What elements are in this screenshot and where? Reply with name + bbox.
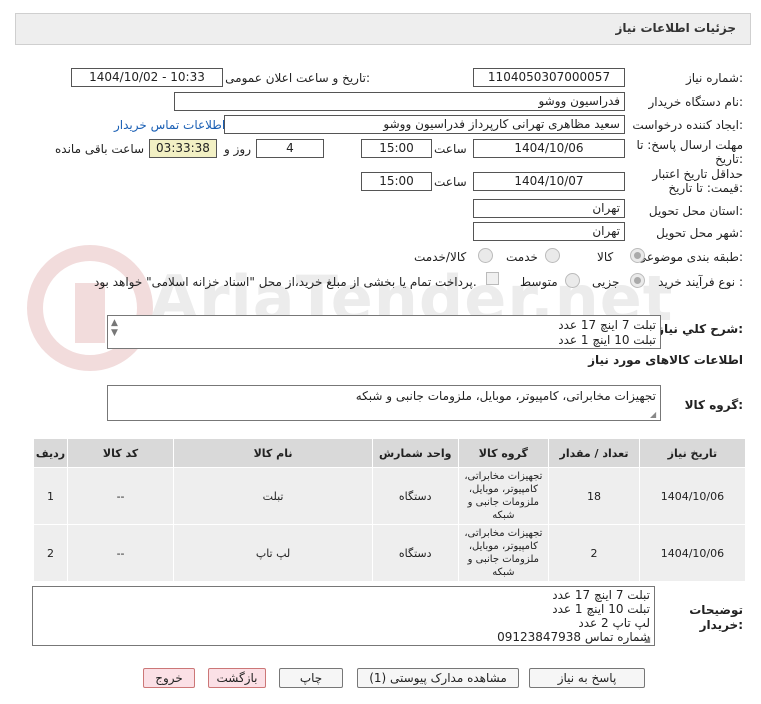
- cell-qty: 2: [548, 524, 640, 582]
- goods-info-title: اطلاعات کالاهای مورد نیاز: [588, 353, 743, 367]
- goods-group-value: تجهیزات مخابراتی، کامپیوتر، موبایل، ملزو…: [355, 389, 656, 403]
- goods-group-label: گروه کالا:: [684, 398, 743, 412]
- category-option-goods: کالا: [597, 250, 614, 264]
- summary-line-1: تبلت 7 اینچ 17 عدد: [558, 318, 656, 332]
- deadline-time-field: 15:00: [361, 139, 432, 158]
- requester-field: سعید مظاهری تهرانی کارپرداز فدراسیون ووش…: [224, 115, 625, 134]
- deadline-time-label: ساعت: [434, 142, 467, 156]
- col-date: تاریخ نیاز: [638, 438, 747, 468]
- notes-textarea[interactable]: تبلت 7 اینچ 17 عدد تبلت 10 اینچ 1 عدد لپ…: [32, 586, 655, 646]
- cell-code: --: [66, 524, 175, 582]
- cell-row: 2: [33, 524, 68, 582]
- resize-handle-icon[interactable]: ◢: [644, 635, 652, 644]
- announce-field: 1404/10/02 - 10:33: [71, 68, 223, 87]
- notes-line-4: شماره تماس 09123847938: [497, 630, 650, 644]
- deadline-date-field: 1404/10/06: [473, 139, 625, 158]
- buyer-org-label: نام دستگاه خریدار:: [648, 95, 744, 109]
- notes-line-1: تبلت 7 اینچ 17 عدد: [552, 588, 650, 602]
- validity-time-label: ساعت: [434, 175, 467, 189]
- items-table: ردیف کد کالا نام کالا واحد شمارش گروه کا…: [33, 438, 747, 582]
- table-row: 2 -- لپ تاپ دستگاه تجهیزات مخابراتی، کام…: [33, 524, 747, 582]
- attachments-button[interactable]: مشاهده مدارک پیوستی (1): [357, 668, 519, 688]
- days-label: روز و: [224, 142, 251, 156]
- buyer-org-field: فدراسیون ووشو: [174, 92, 625, 111]
- city-field: تهران: [473, 222, 625, 241]
- cell-row: 1: [33, 467, 68, 525]
- days-field: 4: [256, 139, 324, 158]
- table-header-row: ردیف کد کالا نام کالا واحد شمارش گروه کا…: [33, 438, 747, 468]
- cell-unit: دستگاه: [371, 524, 459, 582]
- summary-textarea[interactable]: تبلت 7 اینچ 17 عدد تبلت 10 اینچ 1 عدد ▲ ▼: [107, 315, 661, 349]
- validity-label-1: حداقل تاریخ اعتبار: [652, 167, 743, 181]
- requester-label: ایجاد کننده درخواست:: [632, 118, 743, 132]
- col-unit: واحد شمارش: [371, 438, 459, 468]
- province-label: استان محل تحویل:: [648, 204, 743, 218]
- deadline-label-2: تاریخ:: [715, 152, 743, 166]
- buyer-contact-link[interactable]: اطلاعات تماس خریدار: [114, 118, 225, 132]
- summary-line-2: تبلت 10 اینچ 1 عدد: [558, 333, 656, 347]
- back-button[interactable]: بازگشت: [208, 668, 266, 688]
- cell-group: تجهیزات مخابراتی، کامپیوتر، موبایل، ملزو…: [457, 467, 550, 525]
- notes-line-3: لپ تاپ 2 عدد: [578, 616, 650, 630]
- need-number-label: شماره نیاز:: [685, 71, 743, 85]
- purchase-option-minor: جزیی: [592, 275, 620, 289]
- notes-label-1: توضیحات: [689, 603, 743, 617]
- category-radio-goods-service[interactable]: [478, 248, 493, 263]
- print-button[interactable]: چاپ: [279, 668, 343, 688]
- summary-scroll-arrows[interactable]: ▲ ▼: [111, 318, 118, 338]
- need-number-field: 1104050307000057: [473, 68, 625, 87]
- col-code: کد کالا: [66, 438, 175, 468]
- reply-button[interactable]: پاسخ به نیاز: [529, 668, 645, 688]
- page-header: جزئیات اطلاعات نیاز: [15, 13, 751, 45]
- treasury-note: پرداخت تمام یا بخشی از مبلغ خرید،از محل …: [94, 275, 477, 289]
- table-row: 1 -- تبلت دستگاه تجهیزات مخابراتی، کامپی…: [33, 467, 747, 525]
- cell-qty: 18: [548, 467, 640, 525]
- resize-handle-icon[interactable]: ◢: [650, 410, 658, 419]
- remaining-time-field: 03:33:38: [149, 139, 217, 158]
- category-label: طبقه بندی موضوعی:: [636, 250, 743, 264]
- watermark-logo: [20, 238, 160, 378]
- cell-code: --: [66, 467, 175, 525]
- purchase-radio-minor[interactable]: [630, 273, 645, 288]
- remaining-label: ساعت باقی مانده: [55, 142, 145, 156]
- cell-unit: دستگاه: [371, 467, 459, 525]
- cell-name: لپ تاپ: [173, 524, 373, 582]
- category-radio-goods[interactable]: [630, 248, 645, 263]
- cell-date: 1404/10/06: [638, 524, 747, 582]
- col-row: ردیف: [33, 438, 68, 468]
- purchase-radio-medium[interactable]: [565, 273, 580, 288]
- notes-label-2: خریدار:: [699, 618, 743, 632]
- summary-label: شرح کلي نياز:: [657, 322, 743, 336]
- validity-time-field: 15:00: [361, 172, 432, 191]
- category-radio-service[interactable]: [545, 248, 560, 263]
- category-option-service: خدمت: [506, 250, 538, 264]
- city-label: شهر محل تحویل:: [656, 226, 743, 240]
- cell-name: تبلت: [173, 467, 373, 525]
- cell-group: تجهیزات مخابراتی، کامپیوتر، موبایل، ملزو…: [457, 524, 550, 582]
- col-group: گروه کالا: [457, 438, 550, 468]
- category-option-goods-service: کالا/خدمت: [414, 250, 467, 264]
- cell-date: 1404/10/06: [638, 467, 747, 525]
- purchase-type-label: نوع فرآیند خرید :: [658, 275, 743, 289]
- purchase-option-medium: متوسط: [520, 275, 558, 289]
- validity-label-2: قیمت: تا تاریخ:: [668, 181, 743, 195]
- notes-line-2: تبلت 10 اینچ 1 عدد: [552, 602, 650, 616]
- deadline-label-1: مهلت ارسال پاسخ: تا: [636, 138, 743, 152]
- page-title: جزئیات اطلاعات نیاز: [615, 21, 736, 35]
- exit-button[interactable]: خروج: [143, 668, 195, 688]
- treasury-checkbox[interactable]: [486, 272, 499, 285]
- validity-date-field: 1404/10/07: [473, 172, 625, 191]
- announce-label: تاریخ و ساعت اعلان عمومی:: [225, 71, 370, 85]
- province-field: تهران: [473, 199, 625, 218]
- col-qty: تعداد / مقدار: [548, 438, 640, 468]
- goods-group-textarea[interactable]: تجهیزات مخابراتی، کامپیوتر، موبایل، ملزو…: [107, 385, 661, 421]
- col-name: نام کالا: [173, 438, 373, 468]
